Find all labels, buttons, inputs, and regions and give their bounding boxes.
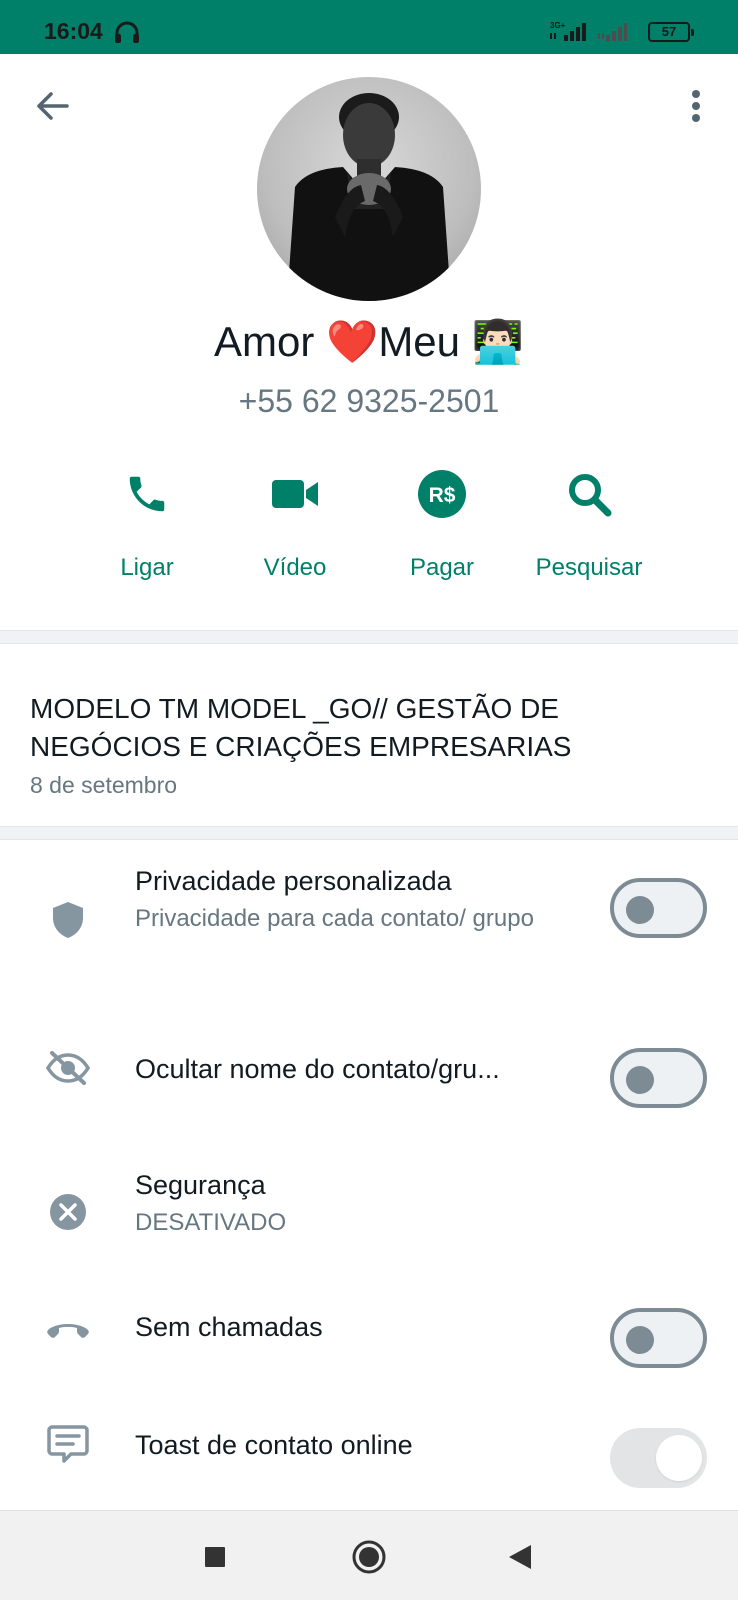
security-row[interactable]: Segurança DESATIVADO xyxy=(0,1168,738,1258)
section-divider xyxy=(0,826,738,840)
about-text: MODELO TM MODEL _GO// GESTÃO DE NEGÓCIOS… xyxy=(30,693,572,762)
about-section[interactable]: MODELO TM MODEL _GO// GESTÃO DE NEGÓCIOS… xyxy=(30,690,710,799)
back-button[interactable] xyxy=(30,86,74,130)
technologist-emoji: 👨🏻‍💻 xyxy=(471,318,524,365)
pay-icon: R$ xyxy=(412,464,472,524)
video-icon xyxy=(265,464,325,524)
search-icon xyxy=(559,464,619,524)
signal-icon: 3G+ xyxy=(548,20,590,49)
custom-privacy-title: Privacidade personalizada xyxy=(135,866,452,896)
system-nav-bar xyxy=(0,1510,738,1600)
heart-emoji: ❤️ xyxy=(326,318,379,365)
signal-icon-2 xyxy=(596,20,628,49)
contact-name-part2: Meu xyxy=(378,318,472,365)
hide-name-toggle[interactable] xyxy=(610,1048,707,1108)
headset-icon xyxy=(114,20,140,49)
contact-name: Amor ❤️Meu 👨🏻‍💻 xyxy=(0,318,738,367)
hide-name-title: Ocultar nome do contato/gru... xyxy=(135,1054,500,1084)
contact-name-part1: Amor xyxy=(214,318,327,365)
message-icon xyxy=(44,1420,92,1468)
custom-privacy-toggle[interactable] xyxy=(610,878,707,938)
custom-privacy-subtitle: Privacidade para cada contato/ grupo xyxy=(135,905,534,932)
security-status: DESATIVADO xyxy=(135,1209,287,1236)
no-calls-title: Sem chamadas xyxy=(135,1312,323,1342)
online-toast-title: Toast de contato online xyxy=(135,1430,413,1460)
hide-name-row[interactable]: Ocultar nome do contato/gru... xyxy=(0,1040,738,1120)
call-label: Ligar xyxy=(120,554,174,581)
circle-home-icon[interactable] xyxy=(347,1535,391,1579)
call-button[interactable]: Ligar xyxy=(72,464,222,594)
toggle-knob xyxy=(656,1435,702,1481)
battery-icon: 57 xyxy=(648,22,694,42)
section-divider xyxy=(0,630,738,644)
network-type: 3G+ xyxy=(550,21,566,30)
status-time: 16:04 xyxy=(44,18,103,44)
toggle-knob xyxy=(626,896,654,924)
pay-button[interactable]: R$ Pagar xyxy=(367,464,517,594)
toggle-knob xyxy=(626,1066,654,1094)
security-title: Segurança xyxy=(135,1170,266,1200)
pay-label: Pagar xyxy=(409,554,475,581)
action-row: Ligar Vídeo R$ Pagar Pesquisar xyxy=(0,464,738,594)
no-calls-row[interactable]: Sem chamadas xyxy=(0,1298,738,1378)
custom-privacy-row[interactable]: Privacidade personalizada Privacidade pa… xyxy=(0,850,738,990)
pay-icon-text: R$ xyxy=(429,484,456,507)
contact-phone: +55 62 9325-2501 xyxy=(238,383,500,419)
online-toast-toggle[interactable] xyxy=(610,1428,707,1488)
shield-icon xyxy=(44,896,92,944)
search-label: Pesquisar xyxy=(535,554,643,581)
more-options-button[interactable] xyxy=(676,86,716,130)
square-icon[interactable] xyxy=(193,1535,237,1579)
call-end-icon xyxy=(44,1306,92,1354)
video-label: Vídeo xyxy=(263,554,327,581)
contact-avatar[interactable] xyxy=(257,77,481,301)
phone-icon xyxy=(117,464,177,524)
close-circle-icon xyxy=(44,1188,92,1236)
eye-off-icon xyxy=(44,1044,92,1092)
arrow-back-icon xyxy=(35,91,69,126)
about-date: 8 de setembro xyxy=(30,772,178,798)
no-calls-toggle[interactable] xyxy=(610,1308,707,1368)
online-toast-row[interactable]: Toast de contato online xyxy=(0,1416,738,1496)
triangle-back-icon[interactable] xyxy=(498,1535,542,1579)
more-vert-icon xyxy=(691,89,701,128)
video-button[interactable]: Vídeo xyxy=(220,464,370,594)
search-button[interactable]: Pesquisar xyxy=(514,464,664,594)
toggle-knob xyxy=(626,1326,654,1354)
status-bar: 16:04 3G+ 57 xyxy=(0,0,738,54)
